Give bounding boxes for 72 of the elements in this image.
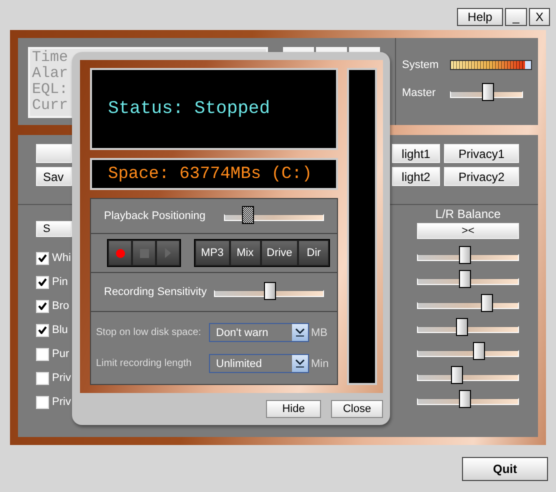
record-button[interactable] xyxy=(108,240,132,266)
checkbox[interactable] xyxy=(36,348,49,360)
unit-label: Min xyxy=(311,358,329,370)
display-line: Time xyxy=(32,50,68,66)
channel-slider[interactable] xyxy=(417,366,519,386)
stop-icon xyxy=(140,248,148,258)
balance-button[interactable]: >< xyxy=(417,223,519,239)
checkbox-label: Priv xyxy=(52,372,71,384)
preset-button[interactable]: light1 xyxy=(392,144,440,163)
display-line: Alar xyxy=(32,66,68,82)
slider-thumb[interactable] xyxy=(456,318,468,336)
preset-button[interactable]: Privacy2 xyxy=(444,167,519,186)
unit-label: MB xyxy=(311,326,328,338)
preset-button[interactable]: Privacy1 xyxy=(444,144,519,163)
slider-thumb[interactable] xyxy=(242,206,254,224)
playback-label: Playback Positioning xyxy=(104,210,206,222)
system-label: System xyxy=(402,59,440,71)
checkbox-label: Bro xyxy=(52,300,70,312)
mode-button[interactable]: Dir xyxy=(298,240,330,266)
slider-thumb[interactable] xyxy=(459,270,472,288)
checkbox[interactable] xyxy=(36,324,49,336)
preset-button[interactable]: light2 xyxy=(392,167,440,186)
minimize-button[interactable]: _ xyxy=(505,8,527,26)
checkbox-label: Pin xyxy=(52,276,68,288)
mode-button[interactable]: MP3 xyxy=(195,240,230,266)
master-label: Master xyxy=(402,87,437,99)
help-button[interactable]: Help xyxy=(457,8,503,26)
slider-thumb[interactable] xyxy=(451,366,464,384)
checkbox-label: Priv xyxy=(52,396,71,408)
playback-slider[interactable] xyxy=(224,206,324,226)
setting-label: Stop on low disk space: xyxy=(96,327,202,338)
slider-thumb[interactable] xyxy=(459,390,472,408)
display-line: EQL: xyxy=(32,82,68,98)
play-icon xyxy=(165,248,171,258)
slider-thumb[interactable] xyxy=(482,83,494,101)
mode-button[interactable]: Mix xyxy=(230,240,261,266)
channel-slider[interactable] xyxy=(417,246,519,266)
channel-slider[interactable] xyxy=(417,270,519,290)
dropdown[interactable]: Unlimited xyxy=(209,354,309,373)
setting-label: Limit recording length xyxy=(96,358,193,369)
checkbox[interactable] xyxy=(36,276,49,288)
checkbox-label: Whi xyxy=(52,252,71,264)
channel-slider[interactable] xyxy=(417,294,519,314)
channel-slider[interactable] xyxy=(417,390,519,410)
slider-thumb[interactable] xyxy=(480,294,493,312)
quit-button[interactable]: Quit xyxy=(462,457,548,481)
space-display: Space: 63774MBs (C:) xyxy=(90,158,338,190)
checkbox[interactable] xyxy=(36,372,49,384)
checkbox-label: Pur xyxy=(52,348,70,360)
checkbox[interactable] xyxy=(36,300,49,312)
slider-thumb[interactable] xyxy=(472,342,485,360)
status-display: Status: Stopped xyxy=(90,68,338,150)
close-button[interactable]: X xyxy=(529,8,550,26)
checkbox-label: Blu xyxy=(52,324,68,336)
display-line: Curr xyxy=(32,98,68,114)
sensitivity-slider[interactable] xyxy=(214,282,324,302)
record-icon xyxy=(116,248,124,258)
channel-slider[interactable] xyxy=(417,318,519,338)
close-button[interactable]: Close xyxy=(331,400,383,418)
slider-thumb[interactable] xyxy=(459,246,472,264)
save-button[interactable]: Sav xyxy=(36,167,72,186)
slider-thumb[interactable] xyxy=(264,282,276,300)
checkbox[interactable] xyxy=(36,252,49,264)
mode-button[interactable]: Drive xyxy=(260,240,298,266)
sensitivity-label: Recording Sensitivity xyxy=(104,286,207,298)
panel-button[interactable]: S xyxy=(36,221,72,237)
master-slider[interactable] xyxy=(450,83,523,103)
dropdown[interactable]: Don't warn xyxy=(209,323,309,342)
hide-button[interactable]: Hide xyxy=(266,400,321,418)
channel-slider[interactable] xyxy=(417,342,519,362)
checkbox[interactable] xyxy=(36,396,49,408)
balance-label: L/R Balance xyxy=(435,207,501,221)
